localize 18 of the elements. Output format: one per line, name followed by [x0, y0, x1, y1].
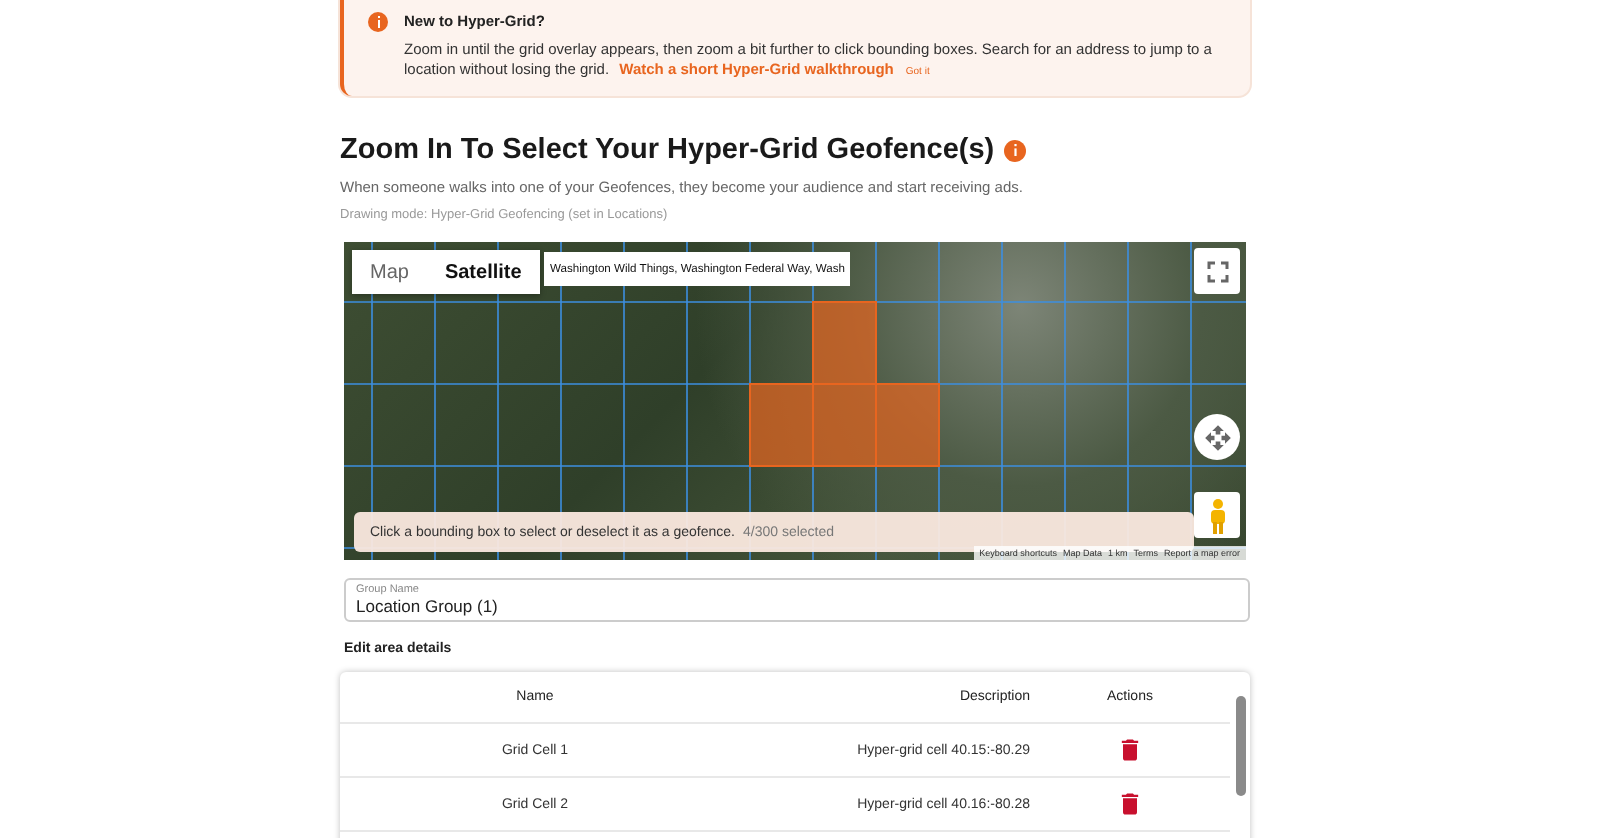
delete-button[interactable] — [1116, 736, 1144, 764]
map-type-tab[interactable]: Satellite — [426, 250, 540, 294]
move-icon — [1203, 423, 1231, 451]
info-icon — [1004, 139, 1027, 161]
selected-grid-cell[interactable] — [812, 383, 877, 467]
page-title: Zoom In To Select Your Hyper-Grid Geofence(s) — [340, 134, 995, 166]
map-type-tab[interactable]: Map — [352, 250, 427, 294]
info-icon — [368, 12, 388, 32]
selected-grid-cell[interactable] — [749, 383, 814, 467]
delete-button[interactable] — [1116, 790, 1144, 818]
trash-icon — [1116, 736, 1144, 764]
person-icon — [1207, 497, 1227, 533]
street-view-button[interactable] — [1194, 492, 1240, 538]
selected-grid-cell[interactable] — [812, 301, 877, 385]
fullscreen-button[interactable] — [1194, 248, 1240, 294]
field-value: Location Group (1) — [356, 596, 500, 616]
trash-icon — [1116, 790, 1144, 818]
selected-grid-cell[interactable] — [875, 383, 940, 467]
